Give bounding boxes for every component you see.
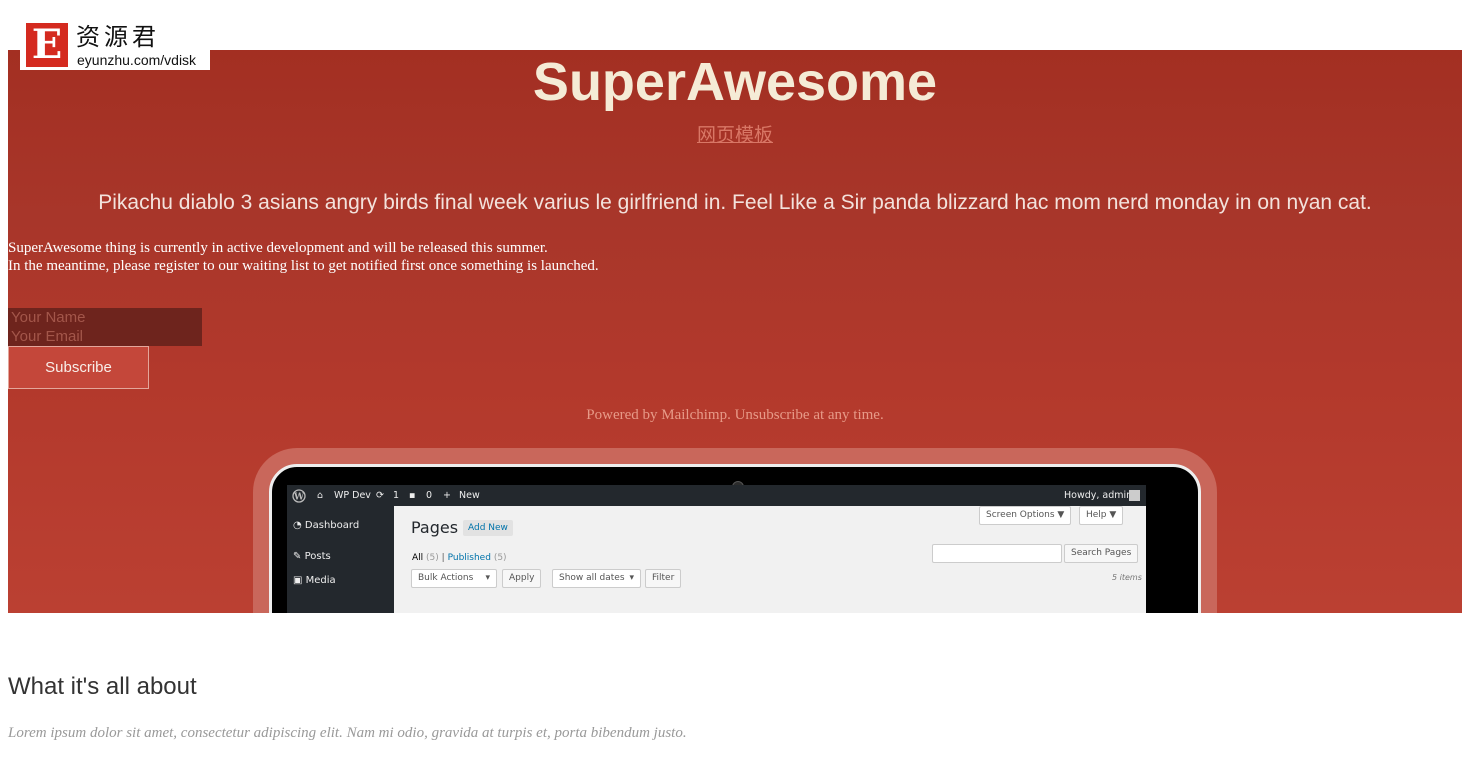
laptop-screen: W ⌂ WP Dev ⟳ 1 ▪ 0 + New Howdy, admin ◔ … xyxy=(287,485,1146,613)
add-new-button[interactable]: Add New xyxy=(463,520,513,536)
sidebar-item-media[interactable]: ▣ Media xyxy=(293,575,336,586)
help-button[interactable]: Help ▼ xyxy=(1079,506,1124,525)
name-input[interactable] xyxy=(8,308,198,327)
search-pages-button[interactable]: Search Pages xyxy=(1064,544,1139,563)
watermark-logo: E 资源君 eyunzhu.com/vdisk xyxy=(20,20,210,70)
site-name-link[interactable]: WP Dev xyxy=(334,485,371,506)
subscribe-button[interactable]: Subscribe xyxy=(8,346,149,389)
dashboard-icon: ◔ xyxy=(293,520,302,531)
new-link[interactable]: New xyxy=(459,485,480,506)
dropdown-arrow-icon: ▾ xyxy=(629,573,634,583)
wordpress-logo-icon: W xyxy=(292,485,306,506)
subscribe-form xyxy=(8,308,202,346)
svg-text:W: W xyxy=(293,492,305,502)
wp-main-content: Pages Add New Screen Options ▼ Help ▼ Al… xyxy=(394,506,1146,613)
comments-count[interactable]: 0 xyxy=(426,485,432,506)
filter-published-count: (5) xyxy=(493,553,507,563)
powered-by-text: Powered by Mailchimp. Unsubscribe at any… xyxy=(586,407,884,423)
comments-icon: ▪ xyxy=(409,490,416,501)
filter-links: All (5) | Published (5) xyxy=(412,553,507,563)
home-icon: ⌂ xyxy=(317,490,324,501)
apply-button[interactable]: Apply xyxy=(502,569,542,588)
template-link[interactable]: 网页模板 xyxy=(8,122,1462,148)
watermark-e-badge: E xyxy=(26,23,68,67)
pin-icon: ✎ xyxy=(293,551,302,562)
avatar[interactable] xyxy=(1129,490,1140,501)
bulk-actions-select[interactable]: Bulk Actions ▾ xyxy=(411,569,497,588)
wp-sidebar: ◔ Dashboard ✎ Posts ▣ Media xyxy=(287,506,394,613)
filter-separator: | xyxy=(441,553,445,563)
sidebar-item-label: Dashboard xyxy=(304,520,360,531)
filter-button[interactable]: Filter xyxy=(645,569,682,588)
sidebar-item-posts[interactable]: ✎ Posts xyxy=(293,551,331,562)
updates-count[interactable]: 1 xyxy=(393,485,399,506)
howdy-text[interactable]: Howdy, admin xyxy=(1064,485,1132,506)
email-input[interactable] xyxy=(8,327,198,346)
filter-all[interactable]: All xyxy=(412,553,423,563)
pages-title: Pages xyxy=(411,518,459,537)
sidebar-item-label: Media xyxy=(305,575,336,586)
date-filter-label: Show all dates xyxy=(559,573,625,583)
page-title: SuperAwesome xyxy=(532,52,938,112)
watermark-chinese-text: 资源君 xyxy=(76,23,160,51)
screen-options-button[interactable]: Screen Options ▼ xyxy=(979,506,1072,525)
description-line-1: SuperAwesome thing is currently in activ… xyxy=(8,240,548,256)
hero-section: SuperAwesome 网页模板 Pikachu diablo 3 asian… xyxy=(8,50,1462,613)
watermark-url: eyunzhu.com/vdisk xyxy=(77,52,197,68)
laptop-mockup: W ⌂ WP Dev ⟳ 1 ▪ 0 + New Howdy, admin ◔ … xyxy=(253,448,1217,613)
about-text: Lorem ipsum dolor sit amet, consectetur … xyxy=(8,725,687,741)
wp-admin-bar: W ⌂ WP Dev ⟳ 1 ▪ 0 + New Howdy, admin xyxy=(287,485,1146,506)
search-pages-input[interactable] xyxy=(932,544,1062,563)
updates-icon: ⟳ xyxy=(376,490,384,501)
description-line-2: In the meantime, please register to our … xyxy=(8,258,599,274)
about-heading: What it's all about xyxy=(8,673,197,700)
sidebar-item-dashboard[interactable]: ◔ Dashboard xyxy=(293,520,359,531)
plus-icon: + xyxy=(443,490,451,501)
hero-description: SuperAwesome thing is currently in activ… xyxy=(8,239,599,275)
items-count: 5 items xyxy=(1112,573,1142,582)
bulk-actions-label: Bulk Actions xyxy=(418,573,474,583)
hero-lead-text: Pikachu diablo 3 asians angry birds fina… xyxy=(98,191,1372,214)
sidebar-item-label: Posts xyxy=(304,551,331,562)
media-icon: ▣ xyxy=(293,575,303,586)
filter-all-count: (5) xyxy=(426,553,439,563)
filter-published[interactable]: Published xyxy=(448,553,491,563)
dropdown-arrow-icon: ▾ xyxy=(485,573,490,583)
date-filter-select[interactable]: Show all dates ▾ xyxy=(552,569,641,588)
